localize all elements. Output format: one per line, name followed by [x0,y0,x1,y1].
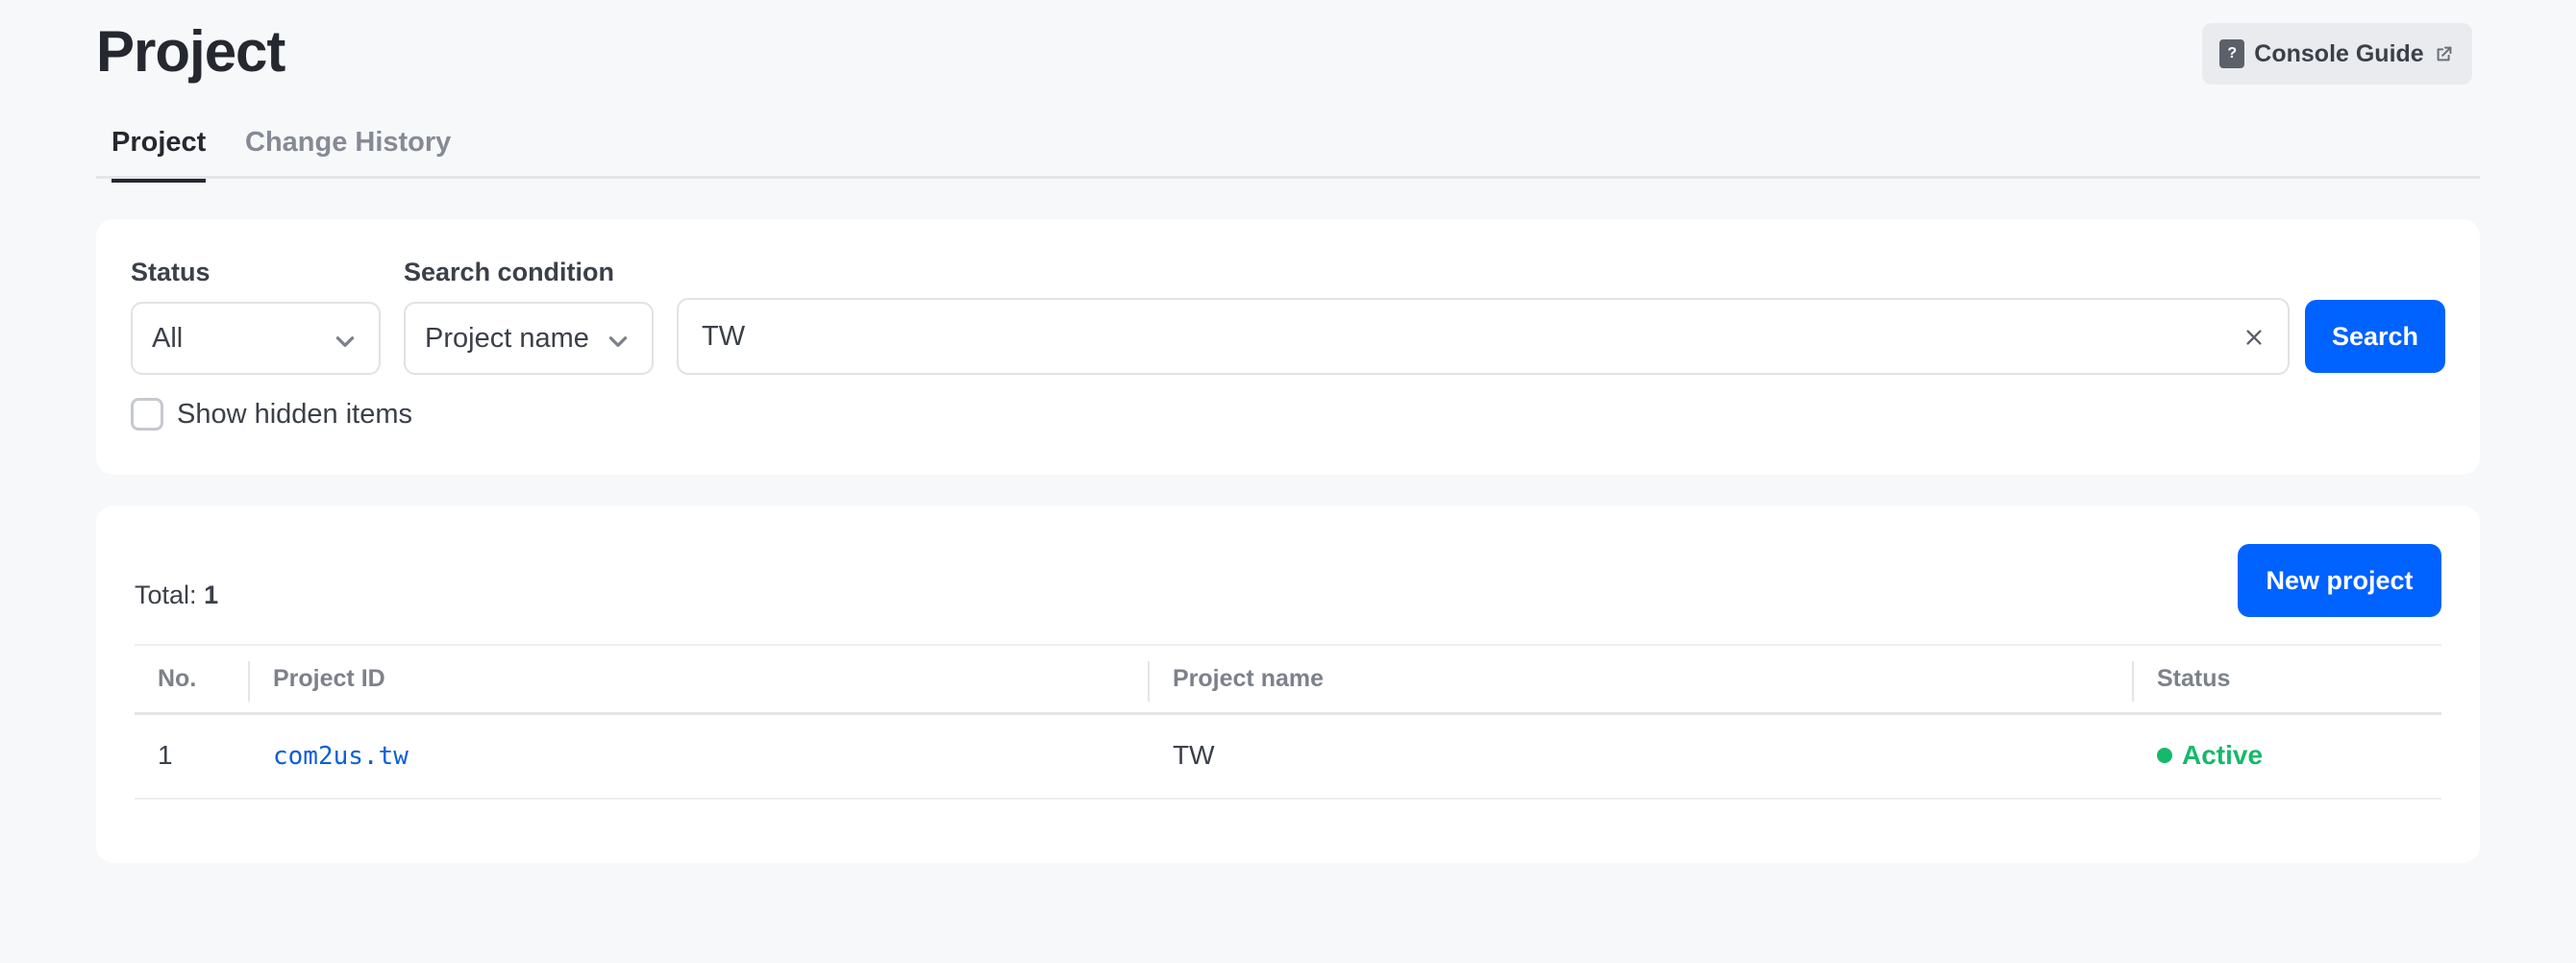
search-input[interactable]: TW [677,298,2290,375]
project-id-link[interactable]: com2us.tw [273,742,409,771]
search-panel: Status All Search condition Project name… [96,219,2480,475]
project-table: No. Project ID Project name Status 1 com… [135,644,2441,800]
project-list-panel: Total: 1 New project No. Project ID Proj… [96,506,2480,863]
show-hidden-checkbox[interactable] [131,398,163,431]
column-no: No. [158,665,197,692]
column-divider[interactable] [248,661,250,702]
status-select-value: All [152,322,184,354]
column-project-name: Project name [1173,665,1325,692]
clear-icon[interactable] [2243,327,2265,348]
show-hidden-label: Show hidden items [177,398,413,430]
total-count: Total: 1 [135,580,218,610]
console-guide-button[interactable]: ? Console Guide [2202,23,2472,85]
total-value: 1 [204,580,219,609]
external-link-icon [2437,46,2452,62]
search-condition-select[interactable]: Project name [404,302,654,375]
chevron-down-icon [608,336,628,347]
row-no: 1 [158,740,173,770]
show-hidden-toggle[interactable]: Show hidden items [131,398,412,431]
tab-change-history[interactable]: Change History [245,123,451,161]
tab-bar: Project Change History [96,115,2480,183]
console-guide-label: Console Guide [2254,39,2424,67]
total-label: Total: [135,580,197,609]
status-badge: Active [2157,740,2263,771]
tab-project[interactable]: Project [111,123,207,183]
question-doc-icon: ? [2219,39,2245,68]
row-project-name: TW [1173,740,1215,770]
column-divider[interactable] [2132,661,2134,702]
column-status: Status [2157,665,2231,692]
search-condition-label: Search condition [404,258,615,286]
status-select[interactable]: All [131,302,381,375]
search-input-value: TW [702,320,746,352]
project-page: Project ? Console Guide Project Change H… [0,0,2576,963]
column-project-id: Project ID [273,665,385,692]
chevron-down-icon [335,336,355,347]
search-condition-value: Project name [425,322,589,354]
search-button[interactable]: Search [2305,300,2445,373]
table-header: No. Project ID Project name Status [135,644,2441,715]
status-text: Active [2182,740,2264,770]
new-project-button[interactable]: New project [2238,544,2441,617]
column-divider[interactable] [1148,661,1150,702]
page-title: Project [96,19,285,84]
table-row[interactable]: 1 com2us.tw TW Active [135,715,2441,800]
status-dot-icon [2157,748,2172,763]
status-filter-label: Status [131,258,211,286]
